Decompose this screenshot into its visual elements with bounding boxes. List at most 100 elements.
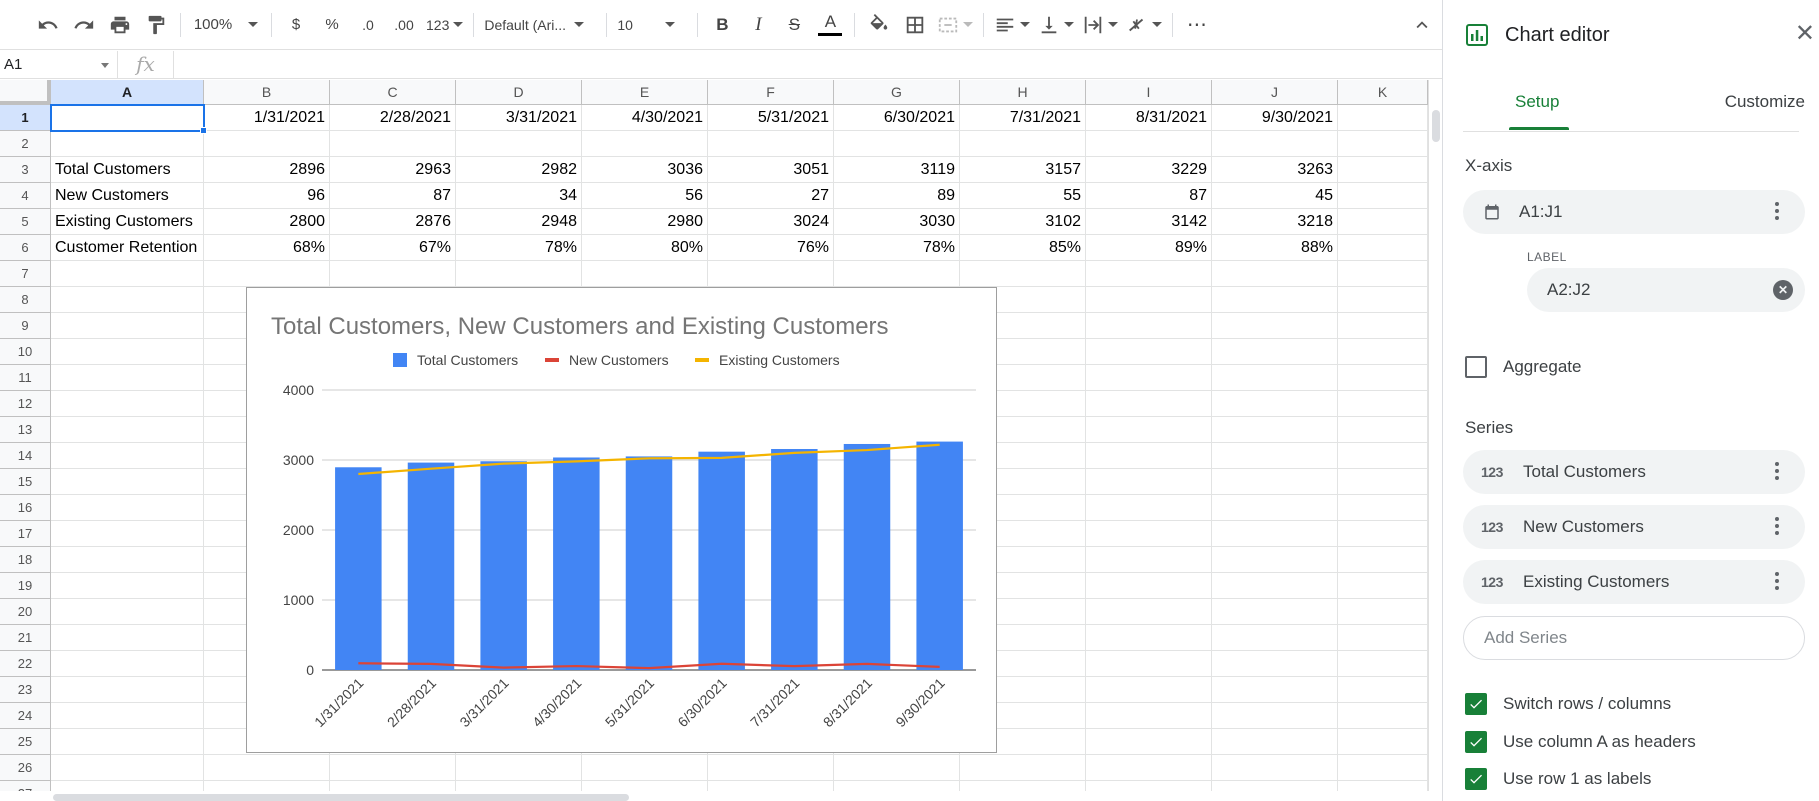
cell-A6[interactable]: Customer Retention: [51, 235, 204, 261]
row-header[interactable]: 18: [0, 547, 51, 573]
cell-A20[interactable]: [51, 599, 204, 625]
cell-J11[interactable]: [1212, 365, 1338, 391]
cell-D6[interactable]: 78%: [456, 235, 582, 261]
cell-D7[interactable]: [456, 261, 582, 287]
cell-K5[interactable]: [1338, 209, 1428, 235]
cell-H3[interactable]: 3157: [960, 157, 1086, 183]
cell-A26[interactable]: [51, 755, 204, 781]
row-header[interactable]: 14: [0, 443, 51, 469]
row-header[interactable]: 21: [0, 625, 51, 651]
cell-J7[interactable]: [1212, 261, 1338, 287]
undo-button[interactable]: [34, 9, 62, 41]
cell-K2[interactable]: [1338, 131, 1428, 157]
cell-A21[interactable]: [51, 625, 204, 651]
cell-A13[interactable]: [51, 417, 204, 443]
row-header[interactable]: 26: [0, 755, 51, 781]
cell-J25[interactable]: [1212, 729, 1338, 755]
italic-button[interactable]: I: [744, 9, 772, 41]
cell-K8[interactable]: [1338, 287, 1428, 313]
row-header[interactable]: 22: [0, 651, 51, 677]
merge-cells-button[interactable]: [937, 9, 974, 41]
cell-J15[interactable]: [1212, 469, 1338, 495]
use-column-a-headers-checkbox[interactable]: [1465, 731, 1487, 753]
row-header[interactable]: 11: [0, 365, 51, 391]
cell-A16[interactable]: [51, 495, 204, 521]
cell-K21[interactable]: [1338, 625, 1428, 651]
xaxis-range-chip[interactable]: A1:J1: [1463, 190, 1805, 234]
cell-K7[interactable]: [1338, 261, 1428, 287]
cell-D26[interactable]: [456, 755, 582, 781]
cell-K27[interactable]: [1338, 781, 1428, 791]
switch-rows-columns-checkbox[interactable]: [1465, 693, 1487, 715]
cell-D1[interactable]: 3/31/2021: [456, 105, 582, 131]
cell-B7[interactable]: [204, 261, 330, 287]
cell-B3[interactable]: 2896: [204, 157, 330, 183]
tab-customize[interactable]: Customize: [1725, 92, 1805, 112]
font-size-select[interactable]: 10: [617, 9, 687, 41]
cell-K9[interactable]: [1338, 313, 1428, 339]
cell-J2[interactable]: [1212, 131, 1338, 157]
cell-I10[interactable]: [1086, 339, 1212, 365]
cell-C1[interactable]: 2/28/2021: [330, 105, 456, 131]
row-header[interactable]: 1: [0, 105, 51, 131]
column-header[interactable]: E: [582, 80, 708, 105]
percent-format-button[interactable]: %: [318, 9, 346, 41]
use-row-1-labels-checkbox[interactable]: [1465, 768, 1487, 790]
cell-A17[interactable]: [51, 521, 204, 547]
vertical-align-button[interactable]: [1038, 9, 1075, 41]
cell-A27[interactable]: [51, 781, 204, 791]
cell-B1[interactable]: 1/31/2021: [204, 105, 330, 131]
row-header[interactable]: 4: [0, 183, 51, 209]
cell-J19[interactable]: [1212, 573, 1338, 599]
row-header[interactable]: 3: [0, 157, 51, 183]
row-header[interactable]: 25: [0, 729, 51, 755]
cell-F27[interactable]: [708, 781, 834, 791]
cell-G3[interactable]: 3119: [834, 157, 960, 183]
cell-K1[interactable]: [1338, 105, 1428, 131]
cell-K14[interactable]: [1338, 443, 1428, 469]
fill-color-button[interactable]: [865, 9, 893, 41]
cell-K6[interactable]: [1338, 235, 1428, 261]
horizontal-align-button[interactable]: [994, 9, 1031, 41]
column-header[interactable]: G: [834, 80, 960, 105]
cell-H26[interactable]: [960, 755, 1086, 781]
column-header[interactable]: C: [330, 80, 456, 105]
cell-A25[interactable]: [51, 729, 204, 755]
cell-J20[interactable]: [1212, 599, 1338, 625]
row-header[interactable]: 27: [0, 781, 51, 791]
cell-G7[interactable]: [834, 261, 960, 287]
increase-decimal-button[interactable]: .00: [390, 9, 418, 41]
vertical-scrollbar[interactable]: [1428, 80, 1442, 791]
cell-J26[interactable]: [1212, 755, 1338, 781]
cell-K18[interactable]: [1338, 547, 1428, 573]
cell-J21[interactable]: [1212, 625, 1338, 651]
text-rotation-button[interactable]: [1126, 9, 1163, 41]
cell-I4[interactable]: 87: [1086, 183, 1212, 209]
cell-I6[interactable]: 89%: [1086, 235, 1212, 261]
cell-E26[interactable]: [582, 755, 708, 781]
row-header[interactable]: 15: [0, 469, 51, 495]
cell-H6[interactable]: 85%: [960, 235, 1086, 261]
cell-A9[interactable]: [51, 313, 204, 339]
cell-J1[interactable]: 9/30/2021: [1212, 105, 1338, 131]
cell-H27[interactable]: [960, 781, 1086, 791]
remove-label-icon[interactable]: ✕: [1773, 280, 1793, 300]
print-button[interactable]: [106, 9, 134, 41]
cell-I12[interactable]: [1086, 391, 1212, 417]
row-header[interactable]: 16: [0, 495, 51, 521]
cell-A15[interactable]: [51, 469, 204, 495]
cell-B6[interactable]: 68%: [204, 235, 330, 261]
cell-J5[interactable]: 3218: [1212, 209, 1338, 235]
cell-I24[interactable]: [1086, 703, 1212, 729]
cell-A22[interactable]: [51, 651, 204, 677]
cell-J23[interactable]: [1212, 677, 1338, 703]
close-icon[interactable]: ✕: [1795, 22, 1815, 46]
cell-F3[interactable]: 3051: [708, 157, 834, 183]
cell-K22[interactable]: [1338, 651, 1428, 677]
series-chip-new-customers[interactable]: 123 New Customers: [1463, 505, 1805, 549]
cell-J4[interactable]: 45: [1212, 183, 1338, 209]
cell-J24[interactable]: [1212, 703, 1338, 729]
cell-K16[interactable]: [1338, 495, 1428, 521]
cell-K13[interactable]: [1338, 417, 1428, 443]
cell-E4[interactable]: 56: [582, 183, 708, 209]
